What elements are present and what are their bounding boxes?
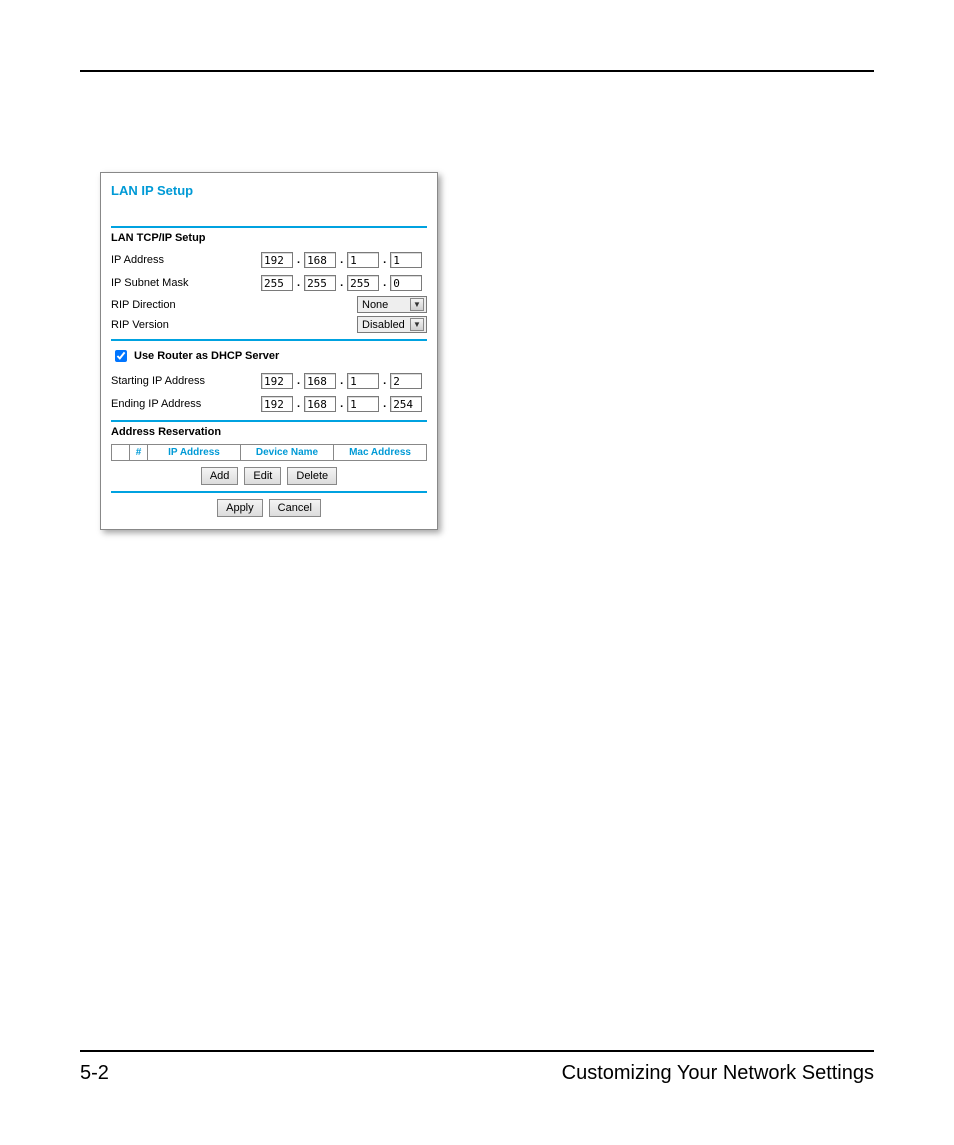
rip-version-value: Disabled	[362, 319, 405, 331]
divider-icon	[111, 420, 427, 422]
rip-direction-select[interactable]: None ▼	[357, 296, 427, 313]
rip-version-row: RIP Version Disabled ▼	[111, 316, 427, 333]
rip-version-label: RIP Version	[111, 319, 357, 331]
ip-octet-2[interactable]	[304, 252, 336, 268]
divider-icon	[111, 339, 427, 341]
page-footer: 5-2 Customizing Your Network Settings	[80, 1050, 874, 1085]
dot-icon: .	[383, 277, 386, 289]
dot-icon: .	[383, 398, 386, 410]
reservation-heading: Address Reservation	[111, 426, 427, 438]
col-mac: Mac Address	[334, 445, 427, 461]
dhcp-server-row: Use Router as DHCP Server	[111, 347, 427, 365]
apply-button[interactable]: Apply	[217, 499, 263, 517]
mask-octet-1[interactable]	[261, 275, 293, 291]
edit-button[interactable]: Edit	[244, 467, 281, 485]
dot-icon: .	[383, 254, 386, 266]
dot-icon: .	[297, 277, 300, 289]
end-octet-1[interactable]	[261, 396, 293, 412]
rip-direction-value: None	[362, 299, 388, 311]
start-octet-1[interactable]	[261, 373, 293, 389]
chevron-down-icon: ▼	[410, 298, 424, 311]
starting-ip-row: Starting IP Address . . .	[111, 371, 427, 391]
subnet-mask-row: IP Subnet Mask . . .	[111, 273, 427, 293]
mask-octet-2[interactable]	[304, 275, 336, 291]
dot-icon: .	[340, 375, 343, 387]
panel-title: LAN IP Setup	[111, 183, 427, 198]
end-octet-3[interactable]	[347, 396, 379, 412]
footer-title: Customizing Your Network Settings	[562, 1062, 874, 1085]
ending-ip-row: Ending IP Address . . .	[111, 394, 427, 414]
col-device-name: Device Name	[241, 445, 334, 461]
dot-icon: .	[297, 254, 300, 266]
divider-icon	[111, 491, 427, 493]
reservation-buttons: Add Edit Delete	[111, 467, 427, 485]
ip-octet-1[interactable]	[261, 252, 293, 268]
dhcp-server-checkbox[interactable]	[115, 350, 127, 362]
dot-icon: .	[297, 375, 300, 387]
starting-ip-octets: . . .	[261, 373, 422, 389]
mask-octet-3[interactable]	[347, 275, 379, 291]
chevron-down-icon: ▼	[410, 318, 424, 331]
col-number: #	[130, 445, 148, 461]
ending-ip-label: Ending IP Address	[111, 398, 261, 410]
rip-direction-label: RIP Direction	[111, 299, 357, 311]
dot-icon: .	[340, 254, 343, 266]
dhcp-server-label: Use Router as DHCP Server	[134, 350, 279, 362]
ip-address-label: IP Address	[111, 254, 261, 266]
start-octet-2[interactable]	[304, 373, 336, 389]
dot-icon: .	[340, 398, 343, 410]
subnet-mask-octets: . . .	[261, 275, 422, 291]
delete-button[interactable]: Delete	[287, 467, 337, 485]
subnet-mask-label: IP Subnet Mask	[111, 277, 261, 289]
panel-buttons: Apply Cancel	[111, 499, 427, 517]
tcpip-heading: LAN TCP/IP Setup	[111, 232, 427, 244]
rip-version-select[interactable]: Disabled ▼	[357, 316, 427, 333]
end-octet-4[interactable]	[390, 396, 422, 412]
lan-ip-setup-panel: LAN IP Setup LAN TCP/IP Setup IP Address…	[100, 172, 438, 530]
mask-octet-4[interactable]	[390, 275, 422, 291]
end-octet-2[interactable]	[304, 396, 336, 412]
starting-ip-label: Starting IP Address	[111, 375, 261, 387]
dot-icon: .	[297, 398, 300, 410]
ip-address-row: IP Address . . .	[111, 250, 427, 270]
ip-octet-4[interactable]	[390, 252, 422, 268]
add-button[interactable]: Add	[201, 467, 239, 485]
start-octet-3[interactable]	[347, 373, 379, 389]
dot-icon: .	[340, 277, 343, 289]
cancel-button[interactable]: Cancel	[269, 499, 321, 517]
rip-direction-row: RIP Direction None ▼	[111, 296, 427, 313]
ending-ip-octets: . . .	[261, 396, 422, 412]
divider-icon	[111, 226, 427, 228]
start-octet-4[interactable]	[390, 373, 422, 389]
reservation-table: # IP Address Device Name Mac Address	[111, 444, 427, 461]
ip-address-octets: . . .	[261, 252, 422, 268]
page-content-area: LAN IP Setup LAN TCP/IP Setup IP Address…	[80, 70, 874, 1085]
ip-octet-3[interactable]	[347, 252, 379, 268]
col-select	[112, 445, 130, 461]
dot-icon: .	[383, 375, 386, 387]
col-ip: IP Address	[148, 445, 241, 461]
page-number: 5-2	[80, 1062, 109, 1085]
